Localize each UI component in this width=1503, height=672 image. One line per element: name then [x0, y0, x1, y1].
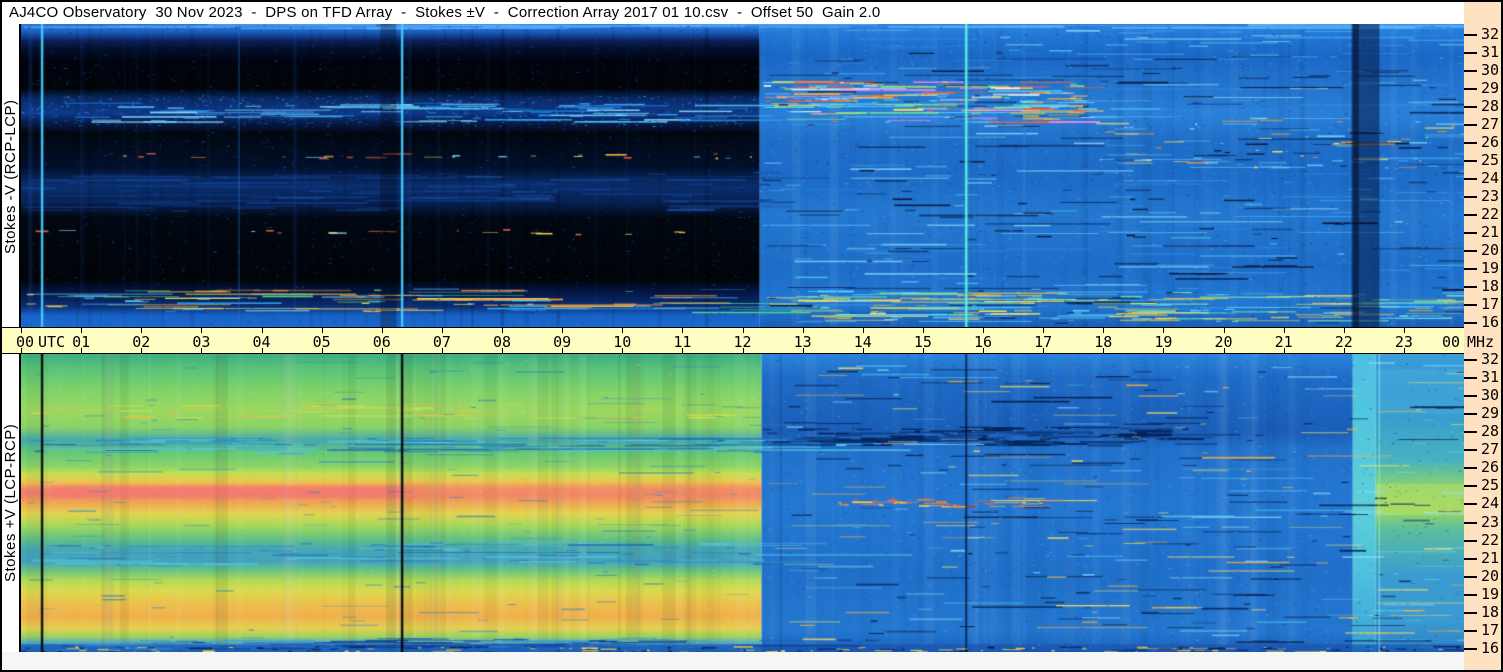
hour-label: 00: [1441, 333, 1461, 351]
freq-label: 23: [1480, 187, 1499, 205]
freq-label: 20: [1480, 566, 1499, 585]
freq-label: 29: [1480, 79, 1499, 97]
hour-label: 04: [252, 333, 271, 351]
hour-label: 11: [673, 333, 692, 351]
frequency-scale: MHz 32 31 30 29 28 27 26 25 24 23 22 21 20 19 18 17 16 32…: [1464, 2, 1501, 670]
freq-label: 28: [1480, 422, 1499, 441]
freq-label: 32: [1480, 350, 1499, 368]
freq-label: 19: [1480, 259, 1499, 277]
freq-label: 25: [1480, 151, 1499, 169]
hour-label: 02: [132, 333, 151, 351]
spectrogram-bottom-stokes-posV: [19, 354, 1466, 652]
hour-label: 12: [733, 333, 752, 351]
hour-label: 18: [1094, 333, 1113, 351]
freq-label: 31: [1480, 368, 1499, 387]
hour-label: 01: [72, 333, 91, 351]
hour-label: 22: [1334, 333, 1353, 351]
bottom-margin: [2, 652, 1464, 670]
hour-label: 05: [312, 333, 331, 351]
freq-label: 27: [1480, 440, 1499, 459]
hour-label: 23: [1394, 333, 1413, 351]
hour-label: 09: [553, 333, 572, 351]
hour-label: 06: [372, 333, 391, 351]
freq-label: 30: [1480, 386, 1499, 405]
freq-label: 24: [1480, 169, 1499, 187]
freq-label: 21: [1480, 223, 1499, 241]
hour-label: 21: [1274, 333, 1293, 351]
hour-label: 14: [853, 333, 872, 351]
hour-label: 08: [492, 333, 512, 351]
freq-label: 23: [1480, 512, 1499, 531]
freq-label: 21: [1480, 548, 1499, 567]
bottom-panel-axis-label: Stokes +V (LCP-RCP): [2, 423, 19, 583]
freq-label: 17: [1480, 295, 1499, 313]
top-panel-axis-label: Stokes -V (RCP-LCP): [2, 99, 19, 254]
freq-label: 29: [1480, 404, 1499, 423]
freq-label: 25: [1480, 476, 1499, 495]
freq-label: 30: [1480, 61, 1499, 79]
freq-label: 18: [1480, 277, 1499, 295]
hour-label: 13: [793, 333, 812, 351]
freq-label: 32: [1480, 25, 1499, 43]
freq-label: 31: [1480, 43, 1499, 61]
freq-label: 27: [1480, 115, 1499, 133]
freq-label: 24: [1480, 494, 1499, 513]
freq-label: 16: [1480, 638, 1499, 657]
hour-label: 15: [913, 333, 932, 351]
freq-label: 22: [1480, 530, 1499, 549]
hour-label: 17: [1034, 333, 1053, 351]
spectrogram-top-stokes-negV: [19, 24, 1466, 327]
time-axis-unit-label: UTC: [38, 333, 66, 351]
time-axis: UTC 00 01 02 03 04 05 06 07 08 09 10 11 12 13 14 15 16 17…: [2, 327, 1465, 354]
hour-label: 07: [432, 333, 451, 351]
freq-label: 18: [1480, 602, 1499, 621]
hour-label: 16: [973, 333, 993, 351]
hour-label: 19: [1154, 333, 1173, 351]
frequency-unit-label: MHz: [1467, 333, 1495, 351]
freq-label: 26: [1480, 458, 1499, 477]
freq-label: 26: [1480, 133, 1499, 151]
hour-label: 20: [1214, 333, 1233, 351]
freq-label: 19: [1480, 584, 1499, 603]
hour-label: 03: [192, 333, 211, 351]
freq-label: 22: [1480, 205, 1499, 223]
hour-label: 00: [15, 333, 35, 351]
freq-label: 28: [1480, 97, 1499, 115]
freq-label: 17: [1480, 620, 1499, 639]
freq-label: 20: [1480, 241, 1499, 259]
window-title: AJ4CO Observatory 30 Nov 2023 - DPS on T…: [2, 2, 1464, 24]
hour-label: 10: [613, 333, 632, 351]
freq-label: 16: [1480, 313, 1499, 331]
spectrograph-window: AJ4CO Observatory 30 Nov 2023 - DPS on T…: [0, 0, 1503, 672]
